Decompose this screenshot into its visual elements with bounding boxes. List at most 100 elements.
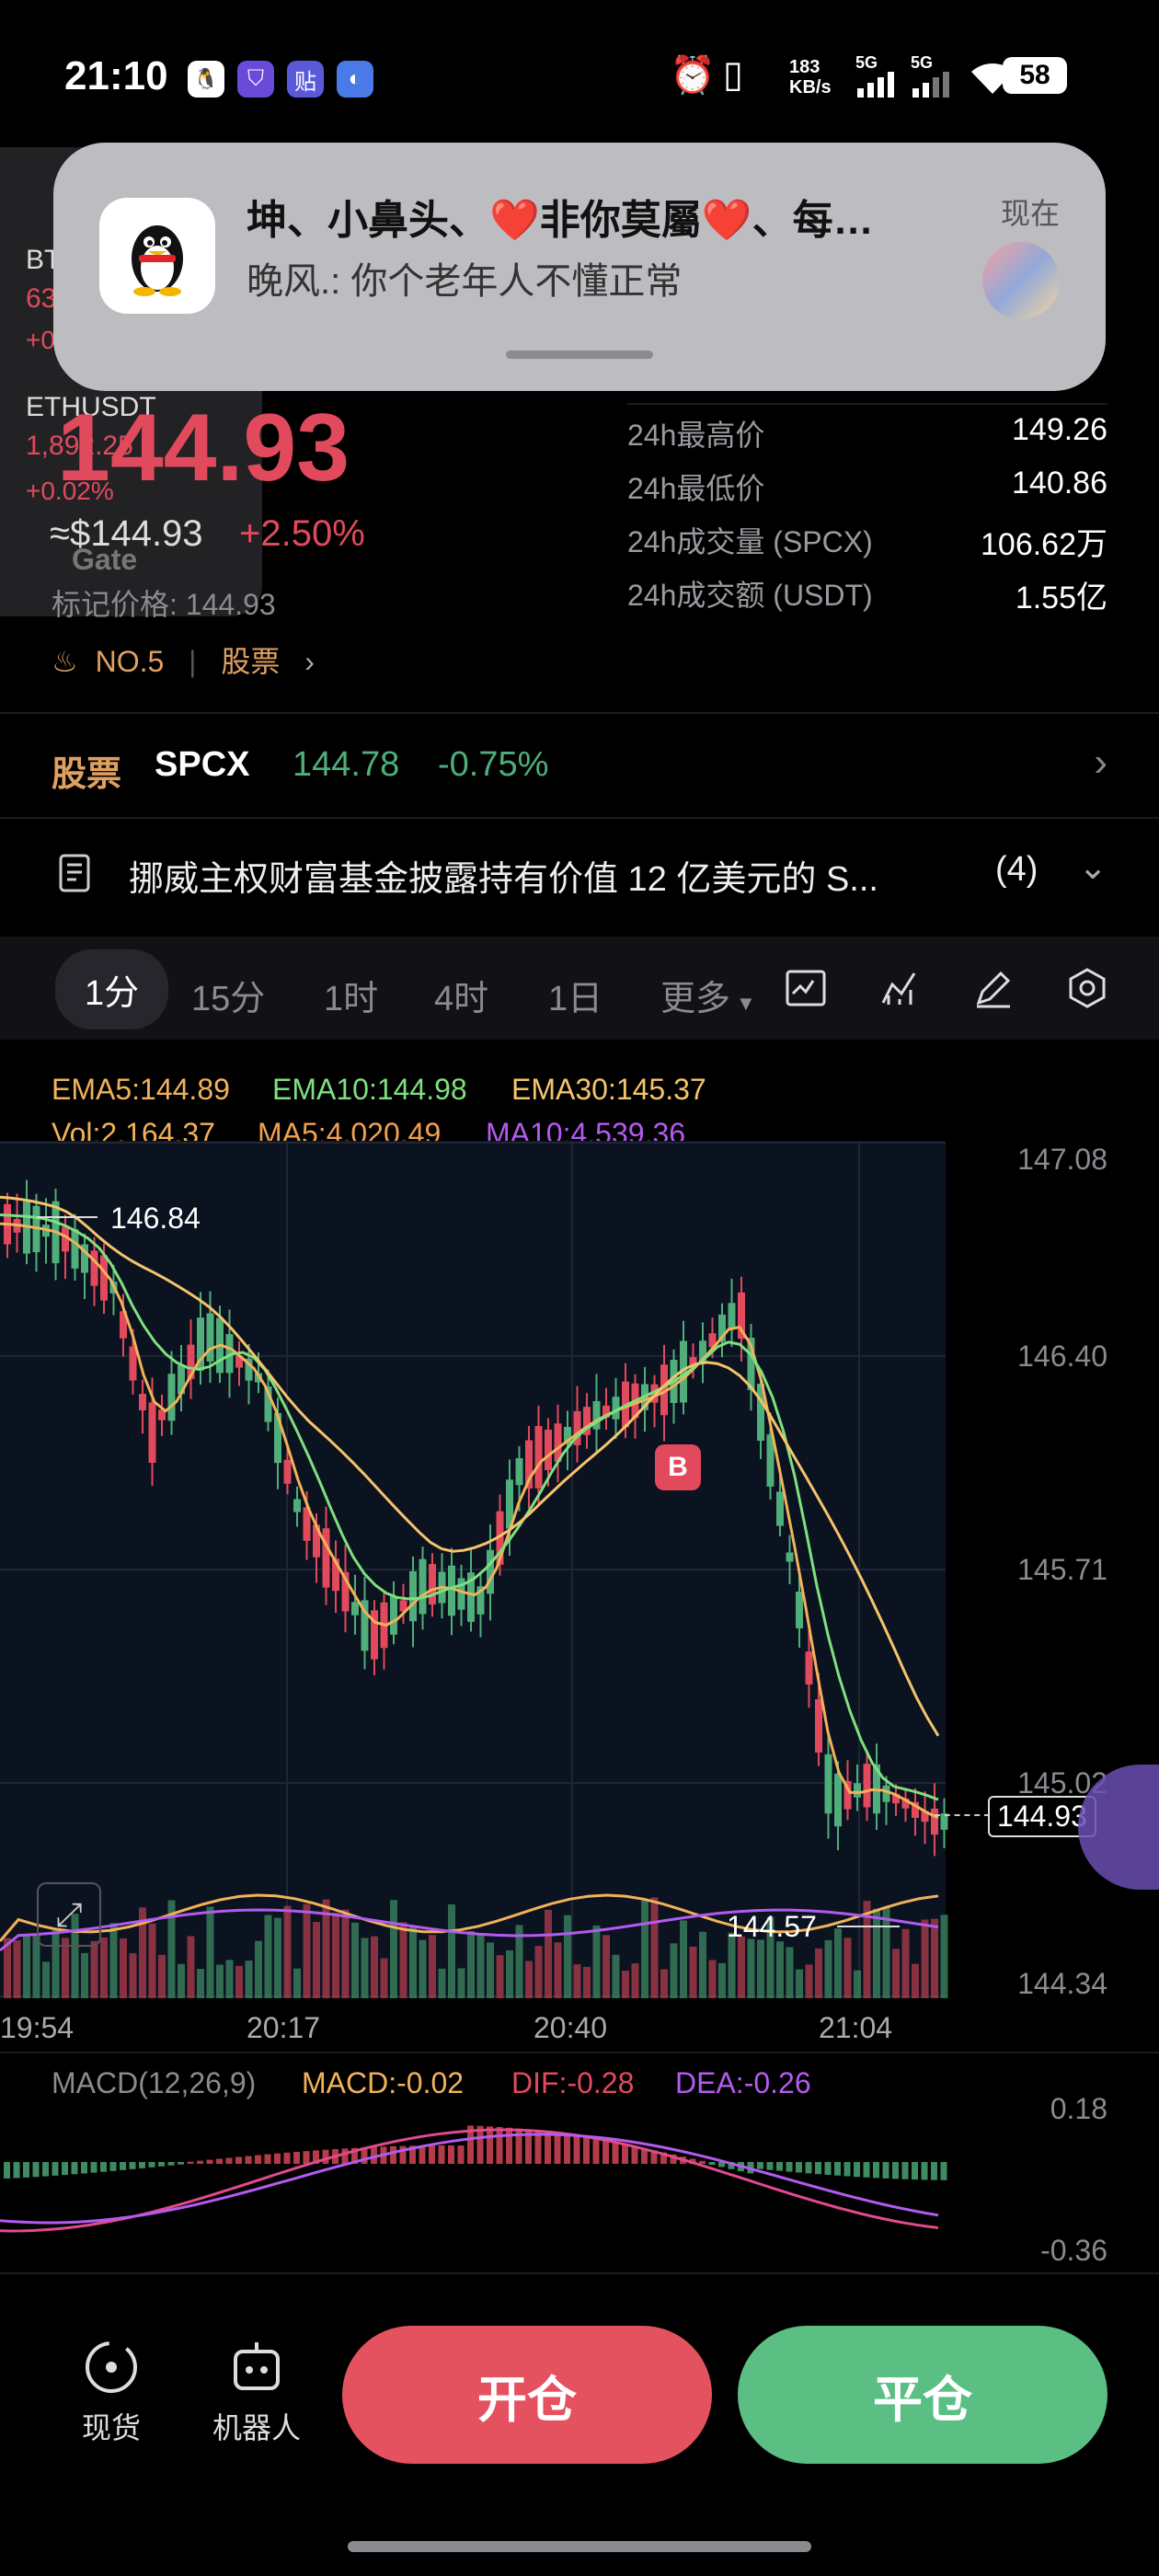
candle bbox=[534, 1426, 543, 1489]
macd-bar bbox=[4, 2162, 10, 2179]
notification-handle[interactable] bbox=[506, 351, 653, 359]
volume-bar bbox=[912, 1963, 919, 1998]
qq-notification[interactable]: 坤、小鼻头、❤️非你莫屬❤️、每… 晚风.: 你个老年人不懂正常 现在 bbox=[53, 143, 1106, 391]
volume-bar bbox=[13, 1940, 21, 1998]
chevron-down-icon[interactable]: ⌄ bbox=[1078, 846, 1107, 888]
candle bbox=[351, 1602, 359, 1616]
stat-low-value: 140.86 bbox=[1012, 466, 1107, 500]
news-row[interactable]: 挪威主权财富基金披露持有价值 12 亿美元的 S... (4) ⌄ bbox=[0, 819, 1159, 922]
settings-icon[interactable] bbox=[1065, 966, 1109, 1010]
volume-bar bbox=[100, 1937, 108, 1998]
ema30-line bbox=[0, 1195, 940, 1737]
candle bbox=[815, 1699, 822, 1753]
volume-bar bbox=[255, 1940, 262, 1998]
volume-bar bbox=[554, 1942, 562, 1998]
volume-bar bbox=[457, 1968, 465, 1998]
candle bbox=[129, 1346, 137, 1381]
volume-bar bbox=[622, 1970, 629, 1998]
volume-bar bbox=[293, 1968, 301, 1998]
volume-bar bbox=[602, 1935, 610, 1998]
volume-bar bbox=[670, 1943, 678, 1998]
macd-bar bbox=[100, 2162, 107, 2172]
macd-bar bbox=[496, 2126, 503, 2164]
macd-bar bbox=[32, 2162, 40, 2178]
volume-bar bbox=[776, 1941, 784, 1998]
dea-value: DEA:-0.26 bbox=[675, 2066, 811, 2099]
related-stock-row[interactable]: 股票 SPCX 144.78 -0.75% › bbox=[0, 714, 1159, 817]
macd-bar bbox=[42, 2162, 49, 2177]
candle bbox=[824, 1754, 832, 1814]
candle bbox=[419, 1558, 427, 1615]
low-marker-line bbox=[837, 1926, 900, 1927]
volume-bar bbox=[448, 1903, 455, 1998]
tab-1h[interactable]: 1时 bbox=[324, 970, 378, 1020]
volume-bar bbox=[216, 1964, 224, 1998]
volume-bar bbox=[380, 1958, 388, 1998]
chart-type-icon[interactable] bbox=[784, 966, 828, 1010]
volume-bar bbox=[921, 1919, 929, 1998]
candle bbox=[100, 1255, 108, 1301]
volume-bar bbox=[341, 1909, 350, 1998]
macd-bar bbox=[438, 2145, 445, 2164]
macd-bar bbox=[834, 2162, 841, 2176]
y-tick-2: 146.40 bbox=[1017, 1340, 1107, 1373]
stat-volume-value: 106.62万 bbox=[981, 527, 1107, 562]
macd-bar bbox=[129, 2162, 136, 2169]
macd-bar bbox=[225, 2157, 233, 2164]
macd-bar bbox=[322, 2149, 329, 2164]
tab-more[interactable]: 更多 ▼ bbox=[660, 970, 756, 1020]
tab-15m[interactable]: 15分 bbox=[191, 970, 265, 1020]
macd-bar bbox=[805, 2162, 812, 2174]
close-position-button[interactable]: 平仓 bbox=[738, 2326, 1107, 2464]
qq-app-icon: 🐧 bbox=[188, 61, 224, 98]
home-indicator[interactable] bbox=[348, 2541, 811, 2552]
fullscreen-icon[interactable]: ⤢ bbox=[37, 1882, 101, 1947]
volume-bar bbox=[650, 1897, 659, 1998]
candlestick-chart[interactable] bbox=[0, 1141, 1159, 2061]
spot-button[interactable]: 现货 bbox=[52, 2337, 171, 2447]
volume-bar bbox=[940, 1915, 948, 1998]
notification-title: 坤、小鼻头、❤️非你莫屬❤️、每… bbox=[247, 198, 874, 243]
signal-5g-1: 5G bbox=[855, 53, 878, 72]
volume-bar bbox=[390, 1900, 397, 1998]
tab-4h[interactable]: 4时 bbox=[434, 970, 488, 1020]
candle bbox=[148, 1402, 156, 1464]
high-marker-line bbox=[37, 1216, 98, 1218]
candle bbox=[882, 1785, 890, 1802]
volume-bar bbox=[641, 1900, 648, 1998]
robot-button[interactable]: 机器人 bbox=[197, 2337, 316, 2447]
macd-bar bbox=[854, 2162, 860, 2178]
volume-bar bbox=[303, 1903, 311, 1998]
category-text: 股票 bbox=[221, 645, 281, 678]
candle bbox=[776, 1491, 784, 1526]
volume-bar bbox=[718, 1962, 726, 1998]
candles bbox=[4, 1179, 948, 1857]
volume-bar bbox=[592, 1925, 601, 1998]
volume-bar bbox=[612, 1954, 620, 1998]
tab-1m[interactable]: 1分 bbox=[55, 949, 169, 1029]
volume-bar bbox=[371, 1936, 378, 1998]
macd-y-top: 0.18 bbox=[1050, 2092, 1107, 2125]
macd-bar bbox=[554, 2133, 561, 2164]
volume-bar bbox=[351, 1922, 359, 1998]
macd-bar bbox=[786, 2162, 793, 2172]
draw-tool-icon[interactable] bbox=[971, 966, 1016, 1010]
macd-bar bbox=[109, 2162, 117, 2171]
macd-bar bbox=[264, 2154, 271, 2164]
macd-bar bbox=[824, 2162, 832, 2175]
signal-icon bbox=[857, 72, 894, 98]
tab-1d[interactable]: 1日 bbox=[548, 970, 602, 1020]
volume-bar bbox=[854, 1970, 861, 1998]
volume-bar bbox=[815, 1948, 822, 1998]
macd-bar bbox=[293, 2151, 300, 2164]
rank-badge[interactable]: ♨ NO.5 | 股票 › bbox=[52, 638, 315, 681]
volume-bar bbox=[786, 1947, 794, 1998]
candle bbox=[409, 1570, 417, 1622]
indicator-icon[interactable] bbox=[878, 966, 922, 1010]
buy-marker[interactable]: B bbox=[655, 1444, 701, 1490]
open-position-button[interactable]: 开仓 bbox=[342, 2326, 712, 2464]
stat-high-value: 149.26 bbox=[1012, 412, 1107, 447]
macd-bar bbox=[341, 2148, 349, 2164]
volume-bar bbox=[197, 1969, 204, 1998]
volume-bar bbox=[409, 1926, 417, 1998]
